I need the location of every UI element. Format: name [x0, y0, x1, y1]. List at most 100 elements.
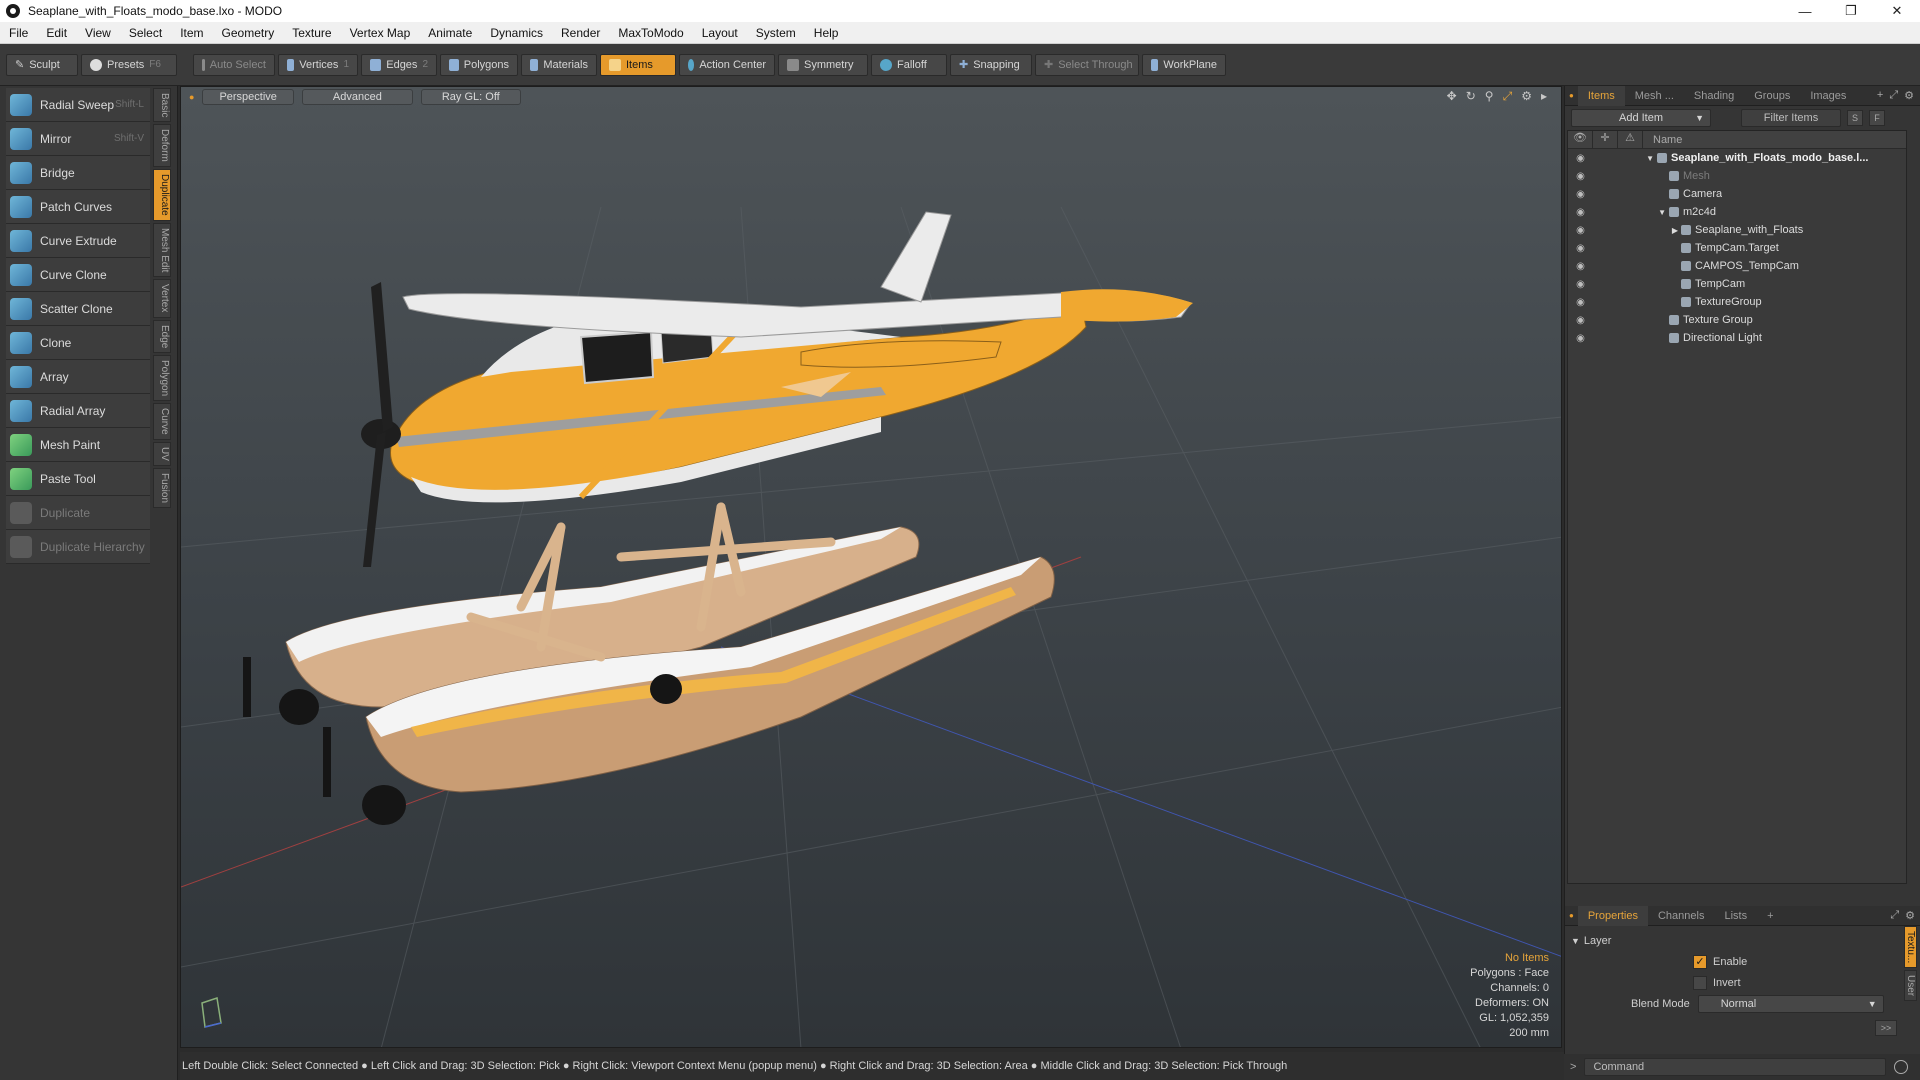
tab-groups[interactable]: Groups — [1744, 86, 1800, 106]
vtab-polygon[interactable]: Polygon — [153, 355, 171, 402]
visibility-eye-icon[interactable]: ◉ — [1568, 279, 1593, 290]
vertices-button[interactable]: Vertices 1 — [278, 53, 358, 76]
filter-s-button[interactable]: S — [1847, 110, 1863, 126]
tab-properties[interactable]: Properties — [1577, 905, 1648, 926]
menu-animate[interactable]: Animate — [419, 26, 481, 40]
tab-lists[interactable]: Lists — [1714, 906, 1757, 926]
props-gear-icon[interactable]: ⚙ — [1905, 909, 1915, 922]
tab-items[interactable]: Items — [1577, 85, 1625, 106]
tool-bridge[interactable]: Bridge — [6, 156, 150, 190]
name-column-header[interactable]: Name — [1643, 134, 1682, 146]
expand-toggle-icon[interactable]: ▶ — [1643, 226, 1681, 235]
add-properties-tab-icon[interactable]: + — [1757, 906, 1783, 926]
visibility-eye-icon[interactable]: ◉ — [1568, 189, 1593, 200]
tool-clone[interactable]: Clone — [6, 326, 150, 360]
tree-row[interactable]: ◉ Texture Group — [1568, 311, 1906, 329]
expand-more-button[interactable]: >> — [1875, 1020, 1897, 1036]
collapse-icon[interactable]: ▼ — [1571, 936, 1580, 946]
tab-mesh[interactable]: Mesh ... — [1625, 86, 1684, 106]
add-item-dropdown[interactable]: Add Item ▼ — [1571, 109, 1711, 127]
tool-paste-tool[interactable]: Paste Tool — [6, 462, 150, 496]
tab-shading[interactable]: Shading — [1684, 86, 1744, 106]
visibility-eye-icon[interactable]: ◉ — [1568, 153, 1593, 164]
maximize-props-icon[interactable]: ⤢ — [1890, 909, 1899, 922]
menu-render[interactable]: Render — [552, 26, 609, 40]
tree-row[interactable]: ◉ CAMPOS_TempCam — [1568, 257, 1906, 275]
materials-button[interactable]: Materials — [521, 53, 597, 76]
menu-select[interactable]: Select — [120, 26, 171, 40]
vtab-vertex[interactable]: Vertex — [153, 279, 171, 318]
items-button[interactable]: Items — [600, 53, 676, 76]
lock-column-icon[interactable]: ✛ — [1593, 130, 1618, 149]
filter-f-button[interactable]: F — [1869, 110, 1885, 126]
menu-dynamics[interactable]: Dynamics — [481, 26, 552, 40]
tool-mesh-paint[interactable]: Mesh Paint — [6, 428, 150, 462]
polygons-button[interactable]: Polygons — [440, 53, 518, 76]
visibility-eye-icon[interactable]: ◉ — [1568, 171, 1593, 182]
menu-edit[interactable]: Edit — [37, 26, 76, 40]
menu-item[interactable]: Item — [171, 26, 212, 40]
tool-curve-extrude[interactable]: Curve Extrude — [6, 224, 150, 258]
3d-viewport[interactable]: ● Perspective Advanced Ray GL: Off ✥ ↻ ⚲… — [180, 86, 1562, 1048]
filter-items-input[interactable]: Filter Items — [1741, 109, 1841, 127]
tree-row[interactable]: ◉ ▼ Seaplane_with_Floats_modo_base.l... — [1568, 149, 1906, 167]
properties-menu-icon[interactable]: ● — [1565, 911, 1578, 920]
tree-row[interactable]: ◉ TextureGroup — [1568, 293, 1906, 311]
tool-radial-sweep[interactable]: Radial Sweep Shift-L — [6, 88, 150, 122]
blend-mode-dropdown[interactable]: Normal ▼ — [1697, 994, 1884, 1013]
tree-row[interactable]: ◉ Directional Light — [1568, 329, 1906, 347]
vtab-curve[interactable]: Curve — [153, 403, 171, 440]
tree-row[interactable]: ◉ Camera — [1568, 185, 1906, 203]
tab-images[interactable]: Images — [1800, 86, 1856, 106]
tree-row[interactable]: ◉ ▼ m2c4d — [1568, 203, 1906, 221]
close-button[interactable]: ✕ — [1874, 0, 1920, 22]
select-through-button[interactable]: ✚ Select Through — [1035, 53, 1139, 76]
add-tab-icon[interactable]: + — [1877, 89, 1883, 102]
visibility-eye-icon[interactable]: ◉ — [1568, 243, 1593, 254]
menu-file[interactable]: File — [0, 26, 37, 40]
visibility-eye-icon[interactable]: ◉ — [1568, 333, 1593, 344]
falloff-button[interactable]: Falloff — [871, 53, 947, 76]
menu-texture[interactable]: Texture — [283, 26, 340, 40]
action-center-button[interactable]: Action Center — [679, 53, 775, 76]
command-input[interactable]: Command — [1584, 1058, 1887, 1076]
maximize-panel-icon[interactable]: ⤢ — [1889, 89, 1898, 102]
menu-help[interactable]: Help — [805, 26, 848, 40]
side-tab-texture[interactable]: Textu... — [1904, 926, 1917, 969]
vtab-mesh-edit[interactable]: Mesh Edit — [153, 222, 171, 278]
tool-array[interactable]: Array — [6, 360, 150, 394]
menu-system[interactable]: System — [747, 26, 805, 40]
vtab-edge[interactable]: Edge — [153, 319, 171, 354]
auto-select-button[interactable]: Auto Select — [193, 53, 275, 76]
panel-gear-icon[interactable]: ⚙ — [1904, 89, 1914, 102]
menu-vertex-map[interactable]: Vertex Map — [341, 26, 420, 40]
snapping-button[interactable]: ✚ Snapping — [950, 53, 1032, 76]
invert-checkbox[interactable] — [1693, 975, 1707, 990]
command-history-icon[interactable] — [1894, 1060, 1909, 1074]
tree-row[interactable]: ◉ Mesh — [1568, 167, 1906, 185]
tool-duplicate-hierarchy[interactable]: Duplicate Hierarchy — [6, 530, 150, 564]
tool-curve-clone[interactable]: Curve Clone — [6, 258, 150, 292]
vtab-duplicate[interactable]: Duplicate — [153, 169, 171, 221]
symmetry-button[interactable]: Symmetry — [778, 53, 868, 76]
tree-row[interactable]: ◉ TempCam.Target — [1568, 239, 1906, 257]
menu-view[interactable]: View — [76, 26, 120, 40]
vtab-uv[interactable]: UV — [153, 441, 171, 466]
expand-toggle-icon[interactable]: ▼ — [1643, 208, 1669, 217]
visibility-eye-icon[interactable]: ◉ — [1568, 225, 1593, 236]
maximize-button[interactable]: ❐ — [1828, 0, 1874, 22]
visibility-eye-icon[interactable]: ◉ — [1568, 315, 1593, 326]
visibility-column-icon[interactable]: 👁 — [1568, 130, 1593, 149]
vtab-basic[interactable]: Basic — [153, 88, 171, 123]
menu-maxtomodo[interactable]: MaxToModo — [609, 26, 692, 40]
expand-toggle-icon[interactable]: ▼ — [1643, 154, 1657, 163]
tree-row[interactable]: ◉ TempCam — [1568, 275, 1906, 293]
tool-duplicate[interactable]: Duplicate — [6, 496, 150, 530]
panel-menu-icon[interactable]: ● — [1565, 91, 1578, 100]
tool-patch-curves[interactable]: Patch Curves — [6, 190, 150, 224]
side-tab-user[interactable]: User — [1904, 970, 1917, 1002]
minimize-button[interactable]: — — [1782, 0, 1828, 22]
tool-scatter-clone[interactable]: Scatter Clone — [6, 292, 150, 326]
visibility-eye-icon[interactable]: ◉ — [1568, 207, 1593, 218]
menu-layout[interactable]: Layout — [693, 26, 747, 40]
